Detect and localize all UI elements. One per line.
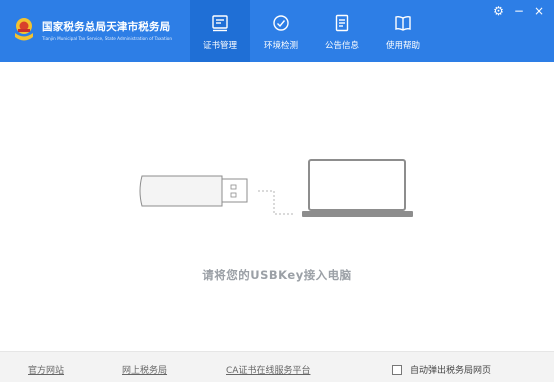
online-tax-bureau-link[interactable]: 网上税务局 bbox=[122, 363, 167, 376]
main-content: 请将您的USBKey接入电脑 bbox=[0, 62, 554, 351]
tab-label: 公告信息 bbox=[324, 41, 359, 51]
main-nav: 证书管理 环境检测 公告信息 使用帮助 bbox=[190, 0, 434, 62]
tax-emblem-icon bbox=[15, 18, 33, 41]
tab-label: 证书管理 bbox=[202, 41, 237, 51]
book-icon bbox=[395, 15, 411, 31]
laptop-icon bbox=[302, 159, 413, 217]
settings-icon[interactable]: ⚙ bbox=[493, 4, 504, 18]
window-controls: ⚙ − × bbox=[493, 4, 544, 18]
tab-label: 环境检测 bbox=[263, 41, 298, 51]
tab-announcements[interactable]: 公告信息 bbox=[312, 0, 372, 62]
title-bar: 国家税务总局天津市税务局 Tianjin Municipal Tax Servi… bbox=[0, 0, 554, 62]
footer-bar: 官方网站 网上税务局 CA证书在线服务平台 自动弹出税务局网页 bbox=[0, 351, 554, 382]
tab-help[interactable]: 使用帮助 bbox=[373, 0, 433, 62]
auto-popup-label: 自动弹出税务局网页 bbox=[410, 366, 492, 376]
close-icon[interactable]: × bbox=[534, 4, 544, 18]
document-icon bbox=[335, 14, 349, 32]
tab-label: 使用帮助 bbox=[385, 41, 420, 51]
certificate-icon bbox=[212, 15, 228, 32]
minimize-icon[interactable]: − bbox=[514, 4, 524, 18]
usb-key-icon bbox=[139, 175, 248, 207]
usb-connect-illustration bbox=[139, 159, 413, 217]
auto-popup-option[interactable]: 自动弹出税务局网页 bbox=[392, 363, 491, 376]
auto-popup-checkbox[interactable] bbox=[392, 364, 402, 375]
tab-environment-check[interactable]: 环境检测 bbox=[251, 0, 311, 62]
tab-certificate-management[interactable]: 证书管理 bbox=[190, 0, 250, 62]
connection-dots bbox=[258, 190, 293, 215]
app-title: 国家税务总局天津市税务局 bbox=[42, 21, 171, 33]
logo: 国家税务总局天津市税务局 Tianjin Municipal Tax Servi… bbox=[12, 16, 172, 44]
ca-certificate-platform-link[interactable]: CA证书在线服务平台 bbox=[226, 363, 310, 376]
gauge-icon bbox=[273, 15, 289, 31]
official-website-link[interactable]: 官方网站 bbox=[28, 363, 64, 376]
app-subtitle: Tianjin Municipal Tax Service, State Adm… bbox=[42, 36, 173, 41]
insert-usbkey-prompt: 请将您的USBKey接入电脑 bbox=[202, 268, 352, 282]
